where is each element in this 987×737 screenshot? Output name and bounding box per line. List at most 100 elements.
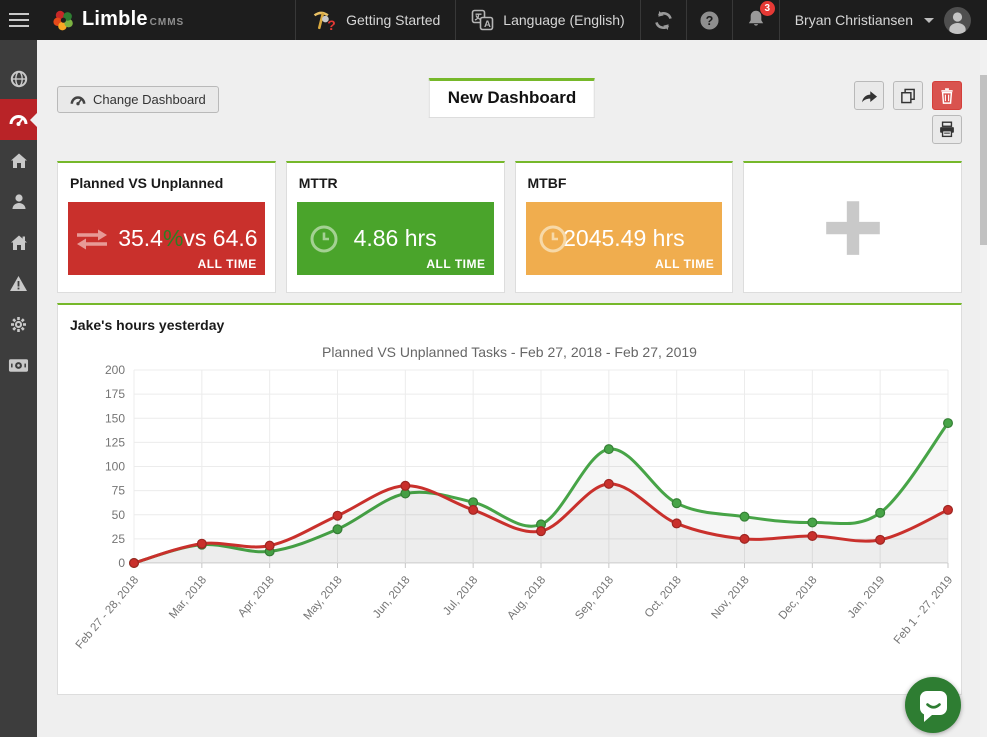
dashboard-title-tab[interactable]: New Dashboard	[428, 78, 596, 118]
kpi-value-unit: %	[162, 225, 184, 251]
svg-text:0: 0	[118, 556, 125, 570]
svg-text:175: 175	[105, 387, 125, 401]
print-icon	[940, 121, 954, 138]
kpi-value-rest: vs 64.6	[183, 225, 258, 251]
user-icon	[12, 194, 25, 209]
chart-widget: Jake's hours yesterday Planned VS Unplan…	[57, 303, 962, 695]
help-button[interactable]: ?	[685, 0, 732, 40]
limble-flower-logo	[53, 10, 73, 31]
dashboard-gauge-icon	[9, 115, 28, 126]
warning-triangle-icon	[10, 276, 27, 291]
delete-dashboard-button[interactable]	[932, 81, 962, 110]
svg-text:Feb 27 - 28, 2018: Feb 27 - 28, 2018	[74, 574, 142, 651]
kpi-card-mtbf[interactable]: MTBF 2045.49 hrs ALL TIME	[514, 161, 734, 293]
caret-down-icon	[924, 17, 934, 23]
trash-icon	[941, 88, 953, 104]
svg-text:200: 200	[105, 363, 125, 377]
kpi-card-mttr[interactable]: MTTR 4.86 hrs ALL TIME	[285, 161, 505, 293]
chat-launcher-button[interactable]	[905, 677, 961, 733]
plus-icon	[825, 200, 880, 255]
svg-text:?: ?	[327, 17, 336, 33]
kpi-panel: 35.4% vs 64.6 ALL TIME	[68, 202, 265, 275]
kpi-value-main: 35.4	[118, 225, 163, 251]
language-label: Language (English)	[503, 12, 625, 28]
getting-started-button[interactable]: ? Getting Started	[295, 0, 455, 40]
main-content: Change Dashboard New Dashboard Planned V…	[37, 40, 987, 737]
brand-logo[interactable]: Limble CMMS	[52, 8, 184, 32]
dashboard-gauge-icon	[70, 95, 86, 105]
share-dashboard-button[interactable]	[854, 81, 884, 110]
kpi-value: 4.86 hrs	[353, 225, 437, 251]
kpi-panel: 2045.49 hrs ALL TIME	[525, 202, 723, 275]
clock-icon	[539, 225, 566, 252]
svg-text:A: A	[484, 19, 491, 30]
user-menu[interactable]: Bryan Christiansen	[778, 0, 987, 40]
sidebar-item-billing[interactable]	[0, 345, 37, 386]
clock-icon	[310, 225, 338, 252]
add-widget-card[interactable]	[743, 161, 962, 293]
print-dashboard-button[interactable]	[932, 115, 962, 144]
change-dashboard-button[interactable]: Change Dashboard	[57, 86, 219, 113]
kpi-card-title: MTTR	[298, 175, 338, 191]
sidebar-item-settings[interactable]	[0, 304, 37, 345]
knight-question-icon: ?	[313, 11, 336, 33]
share-icon	[861, 90, 877, 102]
svg-text:?: ?	[705, 14, 713, 28]
copy-dashboard-button[interactable]	[893, 81, 923, 110]
svg-text:150: 150	[105, 411, 125, 425]
chart-title: Planned VS Unplanned Tasks - Feb 27, 201…	[322, 344, 697, 360]
exchange-arrows-icon	[77, 229, 108, 249]
kpi-value: 35.4% vs 64.6	[75, 225, 258, 252]
svg-text:May, 2018: May, 2018	[302, 574, 345, 622]
dashboard-title: New Dashboard	[447, 88, 577, 107]
brand-name: Limble	[82, 8, 148, 30]
kpi-timeframe-badge: ALL TIME	[426, 257, 486, 271]
svg-text:Sep, 2018: Sep, 2018	[573, 574, 616, 622]
chart-svg[interactable]: 0 25 50 75 100 125 150 175 200 Feb 27 - 28, 2018 M…	[58, 362, 961, 662]
kpi-card-planned-vs-unplanned[interactable]: Planned VS Unplanned 35.4% vs 64.6 ALL T…	[57, 161, 276, 293]
sidebar	[0, 40, 37, 737]
translate-icon: A	[471, 9, 494, 31]
svg-text:100: 100	[105, 460, 125, 474]
sidebar-item-alerts[interactable]	[0, 263, 37, 304]
notification-badge: 3	[759, 0, 775, 16]
house-icon	[10, 235, 27, 250]
sidebar-item-map[interactable]	[0, 58, 37, 99]
scrollbar-track[interactable]	[980, 40, 987, 737]
sidebar-item-home[interactable]	[0, 140, 37, 181]
scrollbar-thumb[interactable]	[980, 75, 987, 245]
kpi-cards-row: Planned VS Unplanned 35.4% vs 64.6 ALL T…	[57, 161, 962, 293]
refresh-button[interactable]	[639, 0, 686, 40]
svg-text:Jul, 2018: Jul, 2018	[441, 574, 480, 617]
svg-text:Aug, 2018: Aug, 2018	[505, 574, 548, 622]
language-button[interactable]: A Language (English)	[455, 0, 639, 40]
sidebar-item-users[interactable]	[0, 181, 37, 222]
svg-text:125: 125	[105, 435, 125, 449]
chat-smile-icon	[920, 691, 947, 722]
sidebar-item-dashboard[interactable]	[0, 99, 37, 140]
kpi-timeframe-badge: ALL TIME	[655, 257, 715, 271]
hamburger-icon[interactable]	[0, 0, 38, 40]
svg-text:Apr, 2018: Apr, 2018	[236, 574, 277, 619]
refresh-icon	[654, 10, 672, 30]
kpi-panel: 4.86 hrs ALL TIME	[296, 202, 494, 275]
kpi-value: 2045.49 hrs	[563, 225, 685, 251]
kpi-card-title: Planned VS Unplanned	[70, 175, 224, 191]
svg-text:Feb 1 - 27, 2019: Feb 1 - 27, 2019	[892, 574, 955, 646]
svg-text:75: 75	[112, 484, 126, 498]
gear-icon	[11, 317, 26, 332]
svg-text:Nov, 2018: Nov, 2018	[709, 574, 751, 621]
svg-text:Oct, 2018: Oct, 2018	[643, 574, 684, 620]
getting-started-label: Getting Started	[346, 12, 441, 28]
svg-text:25: 25	[112, 532, 126, 546]
chart-widget-title: Jake's hours yesterday	[70, 317, 225, 333]
notifications-button[interactable]: 3	[731, 0, 779, 40]
change-dashboard-label: Change Dashboard	[93, 92, 206, 107]
dashboard-toolbar: Change Dashboard New Dashboard	[37, 40, 987, 161]
globe-icon	[10, 70, 27, 87]
topbar: Limble CMMS ? Getting Started A Language…	[0, 0, 987, 40]
sidebar-item-locations[interactable]	[0, 222, 37, 263]
help-icon: ?	[700, 10, 719, 30]
avatar-icon	[944, 6, 971, 34]
money-bill-icon	[8, 359, 29, 372]
